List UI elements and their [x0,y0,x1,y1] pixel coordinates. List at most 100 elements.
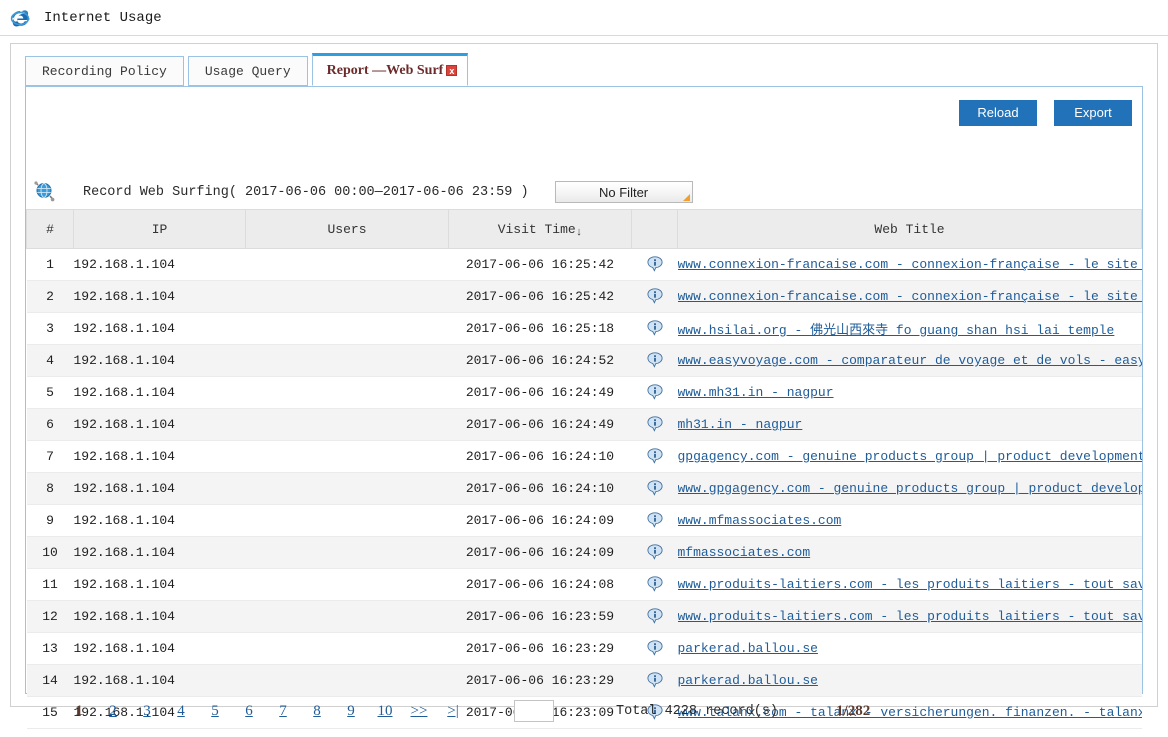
report-content-panel: Reload Export Record Web Surfing( 2017-0… [25,86,1143,729]
pagination-bar: 1 2 3 4 5 6 7 8 9 10 >> >| Total 4228 record(s) 1/2… [26,685,1142,737]
web-title-link[interactable]: mh31.in - nagpur [678,417,803,432]
row-visit-time: 2017-06-06 16:25:18 [448,312,632,345]
table-row[interactable]: 11 192.168.1.104 2017-06-06 16:24:08 www.pr… [26,568,1142,601]
web-title-link[interactable]: www.connexion-francaise.com - connexion-… [678,257,1142,272]
table-row[interactable]: 4 192.168.1.104 2017-06-06 16:24:52 www.eas… [26,344,1142,377]
globe-icon [34,181,56,203]
goto-page-input[interactable] [514,700,554,722]
row-index: 11 [26,568,74,601]
web-title-link[interactable]: www.produits-laitiers.com - les produits… [678,577,1142,592]
row-visit-time: 2017-06-06 16:25:42 [448,248,632,281]
column-header-ip[interactable]: IP [73,209,246,249]
table-row[interactable]: 9 192.168.1.104 2017-06-06 16:24:09 www.mfm… [26,504,1142,537]
internet-explorer-icon [8,6,32,30]
tab-report-web-surf[interactable]: Report —Web Surf x [311,53,469,86]
row-index: 6 [26,408,74,441]
row-index: 9 [26,504,74,537]
row-visit-time: 2017-06-06 16:24:10 [448,472,632,505]
web-title-link[interactable]: www.connexion-francaise.com - connexion-… [678,289,1142,304]
row-web-title-cell: www.connexion-francaise.com - connexion-… [677,280,1142,313]
row-info-icon[interactable] [631,472,678,505]
row-visit-time: 2017-06-06 16:23:59 [448,600,632,633]
row-index: 8 [26,472,74,505]
row-user [245,600,449,633]
web-title-link[interactable]: parkerad.ballou.se [678,641,818,656]
row-info-icon[interactable] [631,248,678,281]
table-row[interactable]: 12 192.168.1.104 2017-06-06 16:23:59 www.pr… [26,600,1142,633]
tab-recording-policy[interactable]: Recording Policy [25,56,184,86]
web-title-link[interactable]: www.hsilai.org - 佛光山西來寺 fo guang shan hs… [678,323,1115,338]
row-user [245,440,449,473]
row-info-icon[interactable] [631,344,678,377]
row-info-icon[interactable] [631,632,678,665]
filter-dropdown[interactable]: No Filter [554,181,693,203]
table-row[interactable]: 2 192.168.1.104 2017-06-06 16:25:42 www.con… [26,280,1142,313]
row-ip: 192.168.1.104 [73,248,246,281]
row-index: 3 [26,312,74,345]
table-header-row: # IP Users Visit Time↓ Web Title [26,209,1142,249]
filter-dropdown-value: No Filter [599,185,649,200]
row-info-icon[interactable] [631,536,678,569]
web-title-link[interactable]: www.mh31.in - nagpur [678,385,834,400]
column-header-web-title[interactable]: Web Title [677,209,1142,249]
table-head: # IP Users Visit Time↓ Web Title [26,209,1142,249]
table-row[interactable]: 10 192.168.1.104 2017-06-06 16:24:09 mfmass… [26,536,1142,569]
record-header-bar: Record Web Surfing( 2017-06-06 00:00—201… [26,175,1142,209]
action-button-group: Reload Export [959,100,1132,126]
column-header-visit-time[interactable]: Visit Time↓ [448,209,632,249]
row-info-icon[interactable] [631,600,678,633]
row-web-title-cell: www.hsilai.org - 佛光山西來寺 fo guang shan hs… [677,312,1142,345]
row-info-icon[interactable] [631,408,678,441]
reload-button[interactable]: Reload [959,100,1037,126]
export-button[interactable]: Export [1054,100,1132,126]
page-frame: Recording Policy Usage Query Report —Web… [10,43,1158,729]
row-user [245,344,449,377]
row-user [245,504,449,537]
row-web-title-cell: www.easyvoyage.com - comparateur de voya… [677,344,1142,377]
web-title-link[interactable]: mfmassociates.com [678,545,811,560]
row-user [245,536,449,569]
web-title-link[interactable]: gpgagency.com - genuine products group |… [678,449,1142,464]
row-index: 4 [26,344,74,377]
row-web-title-cell: www.mfmassociates.com [677,504,1142,537]
row-ip: 192.168.1.104 [73,632,246,665]
tab-usage-query[interactable]: Usage Query [187,56,308,86]
column-header-users[interactable]: Users [245,209,449,249]
table-row[interactable]: 8 192.168.1.104 2017-06-06 16:24:10 www.gpg… [26,472,1142,505]
web-title-link[interactable]: www.easyvoyage.com - comparateur de voya… [678,353,1142,368]
row-visit-time: 2017-06-06 16:24:49 [448,376,632,409]
row-ip: 192.168.1.104 [73,536,246,569]
row-visit-time: 2017-06-06 16:24:09 [448,504,632,537]
table-row[interactable]: 6 192.168.1.104 2017-06-06 16:24:49 mh31.in… [26,408,1142,441]
tab-bar: Recording Policy Usage Query Report —Web… [25,53,472,86]
table-row[interactable]: 7 192.168.1.104 2017-06-06 16:24:10 gpgagen… [26,440,1142,473]
row-index: 7 [26,440,74,473]
row-web-title-cell: mfmassociates.com [677,536,1142,569]
window-title: Internet Usage [44,9,162,26]
column-header-visit-time-label: Visit Time [497,221,576,237]
column-header-index[interactable]: # [26,209,74,249]
web-title-link[interactable]: www.mfmassociates.com [678,513,842,528]
row-info-icon[interactable] [631,280,678,313]
table-row[interactable]: 5 192.168.1.104 2017-06-06 16:24:49 www.mh3… [26,376,1142,409]
table-row[interactable]: 13 192.168.1.104 2017-06-06 16:23:29 parker… [26,632,1142,665]
web-title-link[interactable]: www.gpgagency.com - genuine products gro… [678,481,1142,496]
row-info-icon[interactable] [631,312,678,345]
row-ip: 192.168.1.104 [73,376,246,409]
window-titlebar: Internet Usage [0,0,1168,36]
row-index: 13 [26,632,74,665]
tab-close-icon[interactable]: x [446,65,458,76]
web-title-link[interactable]: www.produits-laitiers.com - les produits… [678,609,1142,624]
column-header-info [631,209,678,249]
table-row[interactable]: 3 192.168.1.104 2017-06-06 16:25:18 www.hsi… [26,312,1142,345]
table-row[interactable]: 1 192.168.1.104 2017-06-06 16:25:42 www.con… [26,248,1142,281]
row-info-icon[interactable] [631,440,678,473]
row-user [245,568,449,601]
row-user [245,376,449,409]
row-info-icon[interactable] [631,504,678,537]
dropdown-grip-icon [682,194,690,201]
row-info-icon[interactable] [631,376,678,409]
row-info-icon[interactable] [631,568,678,601]
row-index: 10 [26,536,74,569]
tab-label: Report —Web Surf [326,62,444,78]
